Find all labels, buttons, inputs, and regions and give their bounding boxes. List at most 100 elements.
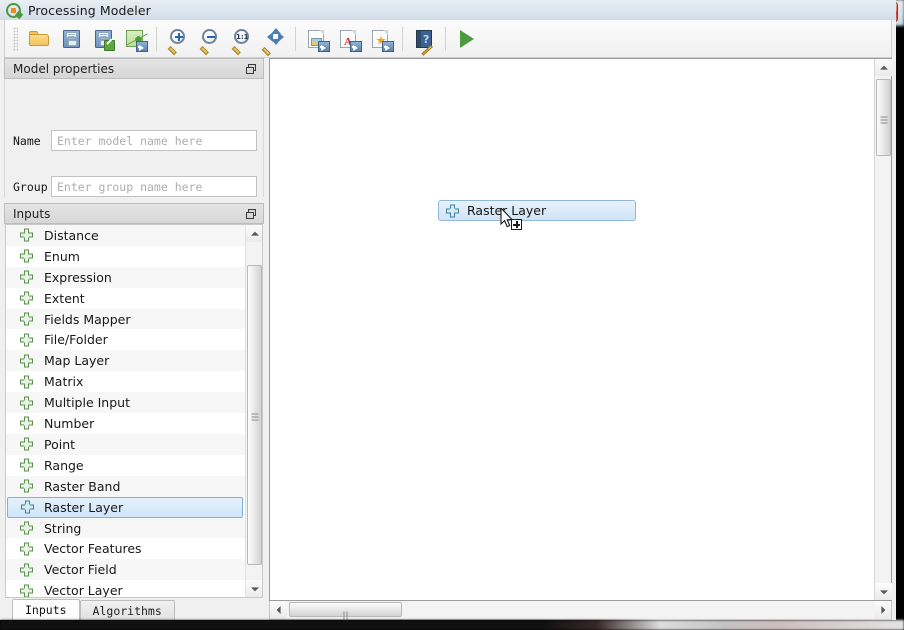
canvas-scroll-right-button[interactable] [874, 601, 891, 619]
page-script-export-icon [370, 28, 394, 52]
export-pdf-button[interactable]: A [334, 24, 364, 54]
list-item-label: Raster Layer [44, 499, 124, 515]
green-plus-icon [20, 333, 33, 347]
green-plus-icon [20, 396, 33, 410]
model-properties-undock-icon[interactable] [243, 61, 260, 76]
inputs-list-rows: Distance Enum Expression Extent Fields Mappe… [6, 225, 245, 597]
zoom-in-button[interactable] [163, 24, 193, 55]
inputs-list-scrollbar[interactable] [245, 225, 262, 597]
chevron-up-icon [879, 65, 888, 70]
canvas-scroll-thumb[interactable] [876, 79, 891, 156]
map-export-icon [124, 28, 148, 52]
list-item[interactable]: Range [6, 455, 245, 476]
list-item-label: Extent [44, 290, 85, 306]
inputs-scroll-thumb[interactable] [247, 265, 262, 565]
list-item-label: Distance [44, 227, 99, 243]
export-script-button[interactable] [366, 24, 396, 54]
dragged-raster-layer-node[interactable]: Raster Layer [438, 200, 636, 221]
list-item[interactable]: Enum [6, 246, 245, 267]
model-name-input[interactable]: Enter model name here [51, 130, 257, 151]
green-plus-icon [20, 375, 33, 389]
green-plus-icon [20, 249, 33, 263]
left-dock: Model properties Name Enter model name h… [4, 58, 264, 620]
zoom-actual-label: 1:1 [236, 32, 249, 41]
model-group-label: Group [13, 179, 48, 194]
toolbar-separator [402, 26, 403, 51]
canvas-scroll-left-button[interactable] [270, 601, 287, 619]
green-plus-icon [20, 416, 33, 430]
list-item-label: Enum [44, 248, 80, 264]
toolbar-grip[interactable] [13, 26, 18, 51]
inputs-undock-icon[interactable] [243, 206, 260, 221]
canvas-hscroll-thumb[interactable] [289, 602, 402, 620]
canvas-scroll-down-button[interactable] [875, 583, 892, 600]
green-plus-icon [20, 458, 33, 472]
list-item-label: Multiple Input [44, 395, 130, 411]
list-item[interactable]: Raster Layer [7, 496, 243, 518]
inputs-header: Inputs [4, 203, 264, 224]
list-item[interactable]: Extent [6, 288, 245, 309]
list-item[interactable]: Vector Field [6, 559, 245, 581]
zoom-actual-button[interactable]: 1:1 [227, 24, 257, 55]
toolbar: 1:1 A ? [4, 20, 892, 58]
inputs-list[interactable]: Distance Enum Expression Extent Fields Mappe… [5, 224, 263, 598]
window-title: Processing Modeler [28, 2, 151, 18]
edit-help-button[interactable]: ? [409, 24, 439, 56]
folder-open-icon [28, 28, 50, 50]
chevron-left-icon [276, 606, 281, 614]
model-canvas[interactable]: Raster Layer [270, 59, 874, 600]
list-item[interactable]: Matrix [6, 371, 245, 392]
zoom-full-button[interactable] [259, 24, 289, 56]
list-item[interactable]: String [6, 517, 245, 539]
qgis-logo-icon [6, 2, 24, 19]
save-model-as-button[interactable] [88, 24, 118, 54]
title-bar: Processing Modeler [0, 0, 896, 20]
list-item-label: Matrix [44, 374, 84, 390]
model-name-label: Name [13, 133, 41, 148]
open-model-button[interactable] [24, 24, 54, 54]
list-item[interactable]: Fields Mapper [6, 308, 245, 330]
list-item-label: Expression [44, 269, 112, 285]
export-model-button[interactable] [120, 24, 150, 54]
scroll-grip-icon [251, 412, 258, 421]
list-item[interactable]: File/Folder [6, 329, 245, 350]
green-plus-icon [20, 563, 33, 577]
list-item[interactable]: Number [6, 413, 245, 434]
canvas-area: Raster Layer [269, 58, 892, 620]
canvas-hscroll-track[interactable] [270, 601, 891, 620]
canvas-scroll-up-button[interactable] [875, 59, 892, 76]
list-item-label: Vector Layer [44, 583, 123, 597]
inputs-scroll-up-button[interactable] [246, 225, 262, 242]
page-image-export-icon [306, 28, 330, 52]
blue-plus-icon [21, 500, 34, 514]
green-plus-icon [20, 291, 33, 305]
list-item[interactable]: Distance [6, 225, 245, 246]
list-item[interactable]: Map Layer [6, 350, 245, 372]
list-item[interactable]: Vector Layer [6, 580, 245, 597]
list-item-label: Range [44, 457, 84, 473]
canvas-horizontal-scrollbar[interactable] [269, 601, 892, 620]
list-item-label: File/Folder [44, 332, 108, 348]
export-image-button[interactable] [302, 24, 332, 54]
drag-copy-plus-icon [511, 219, 522, 230]
tab-inputs[interactable]: Inputs [12, 599, 80, 620]
model-group-input[interactable]: Enter group name here [51, 176, 257, 197]
run-model-button[interactable] [452, 24, 482, 54]
tab-algorithms[interactable]: Algorithms [79, 600, 175, 620]
inputs-scroll-down-button[interactable] [246, 580, 262, 597]
list-item[interactable]: Point [6, 433, 245, 455]
canvas-vertical-scrollbar[interactable] [874, 59, 892, 600]
inputs-dock: Inputs Distance Enum Expression Extent Field… [4, 197, 264, 620]
model-group-row: Group Enter group name here [13, 176, 257, 197]
chevron-up-icon [250, 231, 259, 236]
green-plus-icon [20, 312, 33, 326]
tab-algorithms-label: Algorithms [92, 603, 162, 618]
list-item[interactable]: Multiple Input [6, 392, 245, 414]
toolbar-separator [445, 26, 446, 51]
list-item[interactable]: Expression [6, 266, 245, 288]
list-item[interactable]: Vector Features [6, 538, 245, 559]
zoom-out-button[interactable] [195, 24, 225, 55]
save-model-button[interactable] [56, 24, 86, 54]
list-item[interactable]: Raster Band [6, 475, 245, 497]
desktop-bottom-strip [0, 620, 904, 630]
